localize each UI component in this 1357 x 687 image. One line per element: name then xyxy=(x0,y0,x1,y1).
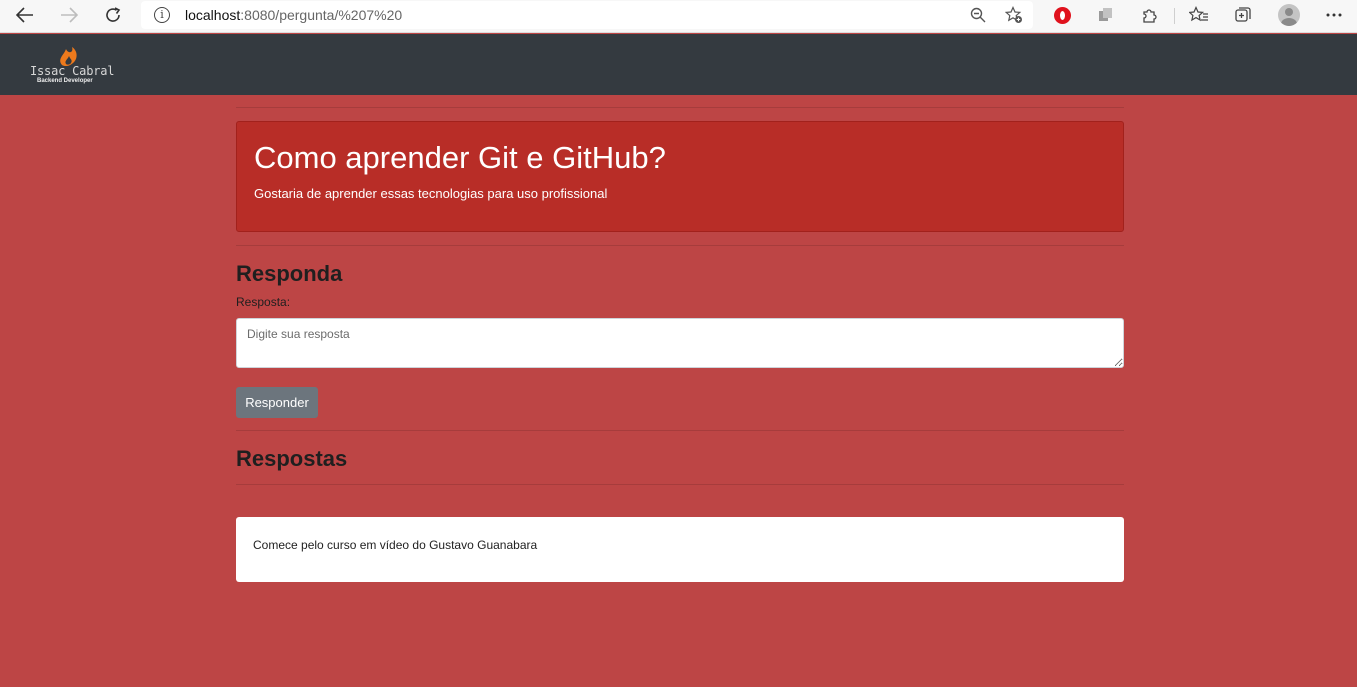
opera-extension-icon[interactable] xyxy=(1051,5,1073,25)
url-text[interactable]: localhost:8080/pergunta/%207%20 xyxy=(185,7,402,23)
reply-heading: Responda xyxy=(236,261,343,286)
answers-heading: Respostas xyxy=(236,446,348,471)
info-icon[interactable]: i xyxy=(154,7,170,23)
question-description: Gostaria de aprender essas tecnologias p… xyxy=(254,186,608,201)
forward-arrow-icon[interactable] xyxy=(56,4,82,26)
address-bar[interactable]: i localhost:8080/pergunta/%207%20 xyxy=(141,1,1033,29)
more-menu-icon[interactable] xyxy=(1323,5,1345,25)
profile-avatar-icon[interactable] xyxy=(1278,4,1300,26)
zoom-out-icon[interactable] xyxy=(967,5,989,25)
site-navbar: Issac Cabral Backend Developer xyxy=(0,34,1357,95)
question-title: Como aprender Git e GitHub? xyxy=(254,140,666,175)
divider xyxy=(236,484,1124,485)
logo-name: Issac Cabral xyxy=(30,64,115,78)
divider xyxy=(236,430,1124,431)
question-card: Como aprender Git e GitHub? Gostaria de … xyxy=(236,121,1124,232)
answer-card: Comece pelo curso em vídeo do Gustavo Gu… xyxy=(236,517,1124,582)
reply-button[interactable]: Responder xyxy=(236,387,318,418)
reply-label: Resposta: xyxy=(236,295,291,309)
reload-icon[interactable] xyxy=(100,4,126,26)
url-host: localhost xyxy=(185,7,241,23)
answer-text: Comece pelo curso em vídeo do Gustavo Gu… xyxy=(253,538,538,552)
site-logo[interactable]: Issac Cabral Backend Developer xyxy=(29,43,119,87)
collections-extension-icon[interactable] xyxy=(1095,5,1117,25)
logo-subtitle: Backend Developer xyxy=(37,78,93,84)
add-favorite-icon[interactable] xyxy=(1003,5,1025,25)
favorites-icon[interactable] xyxy=(1188,5,1210,25)
collections-icon[interactable] xyxy=(1232,5,1254,25)
browser-toolbar: i localhost:8080/pergunta/%207%20 xyxy=(0,0,1357,33)
toolbar-separator xyxy=(1174,8,1175,24)
reply-textarea[interactable] xyxy=(236,318,1124,368)
divider xyxy=(236,245,1124,246)
extensions-puzzle-icon[interactable] xyxy=(1139,5,1161,25)
url-path: :8080/pergunta/%207%20 xyxy=(240,7,403,23)
back-arrow-icon[interactable] xyxy=(12,4,38,26)
divider xyxy=(236,107,1124,108)
